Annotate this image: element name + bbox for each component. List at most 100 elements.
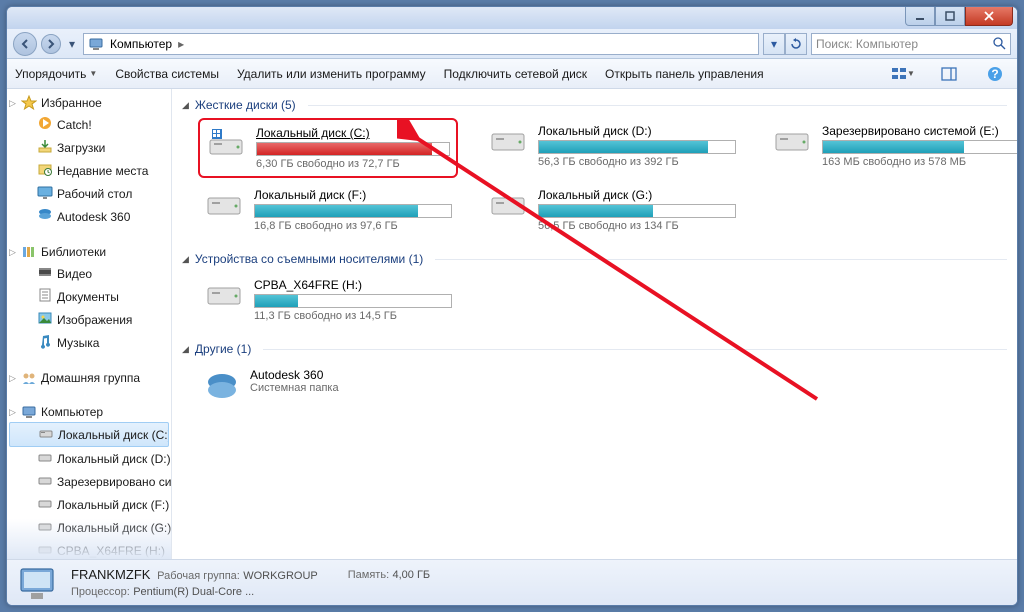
drive-item[interactable]: Локальный диск (F:) 16,8 ГБ свободно из 9… (198, 182, 458, 238)
refresh-button[interactable] (785, 33, 807, 55)
drive-item[interactable]: Локальный диск (D:) 56,3 ГБ свободно из 3… (482, 118, 742, 178)
video-icon (37, 264, 53, 283)
sidebar-item-catch[interactable]: Catch! (7, 113, 171, 136)
drive-item[interactable]: Локальный диск (G:)56,5 ГБ свободно из 1… (482, 182, 742, 238)
history-dropdown[interactable]: ▾ (65, 37, 79, 51)
pictures-icon (37, 310, 53, 329)
open-control-panel-button[interactable]: Открыть панель управления (605, 67, 764, 81)
drive-free-text: 11,3 ГБ свободно из 14,5 ГБ (254, 310, 452, 322)
downloads-icon (37, 138, 53, 157)
search-input[interactable]: Поиск: Компьютер (811, 33, 1011, 55)
sidebar-item-pictures[interactable]: Изображения (7, 308, 171, 331)
sidebar-item-desktop[interactable]: Рабочий стол (7, 182, 171, 205)
breadcrumb-computer[interactable]: Компьютер (110, 37, 172, 51)
sidebar-item-disk-c[interactable]: Локальный диск (C:) (9, 422, 169, 447)
titlebar (7, 7, 1017, 29)
other-item[interactable]: Autodesk 360Системная папка (198, 362, 1007, 410)
sidebar-item-recent[interactable]: Недавние места (7, 159, 171, 182)
details-hostname: FRANKMZFK (71, 567, 150, 582)
address-dropdown[interactable]: ▾ (763, 33, 785, 55)
drive-icon (37, 518, 53, 537)
close-button[interactable] (965, 6, 1013, 26)
computer-icon (88, 36, 104, 52)
search-icon (993, 37, 1006, 50)
drive-free-text: 56,5 ГБ свободно из 134 ГБ (538, 220, 736, 232)
drive-item[interactable]: Локальный диск (C:) 6,30 ГБ свободно из 7… (198, 118, 458, 178)
drive-icon (204, 278, 244, 310)
sidebar-homegroup-header[interactable]: ▷ Домашняя группа (7, 368, 171, 388)
section-hard-disks[interactable]: ◢Жесткие диски (5) (182, 98, 1007, 112)
sidebar-item-disk-g[interactable]: Локальный диск (G:) (7, 516, 171, 539)
sidebar-item-documents[interactable]: Документы (7, 285, 171, 308)
capacity-bar (822, 140, 1017, 154)
drive-icon (488, 188, 528, 220)
documents-icon (37, 287, 53, 306)
other-sub: Системная папка (250, 382, 339, 394)
content-pane: ◢Жесткие диски (5) Локальный диск (C:) 6,… (172, 89, 1017, 559)
command-bar: Упорядочить▼ Свойства системы Удалить ил… (7, 59, 1017, 89)
drive-name: Локальный диск (D:) (538, 124, 736, 138)
drive-icon (37, 472, 53, 491)
navigation-pane: ▷ Избранное Catch! Загрузки Недавние мес… (7, 89, 172, 559)
catch-icon (37, 115, 53, 134)
back-button[interactable] (13, 32, 37, 56)
preview-pane-button[interactable] (935, 63, 963, 85)
uninstall-program-button[interactable]: Удалить или изменить программу (237, 67, 426, 81)
drive-item[interactable]: Зарезервировано системой (E:) 163 МБ своб… (766, 118, 1017, 178)
drive-free-text: 56,3 ГБ свободно из 392 ГБ (538, 156, 736, 168)
map-network-drive-button[interactable]: Подключить сетевой диск (444, 67, 587, 81)
organize-menu[interactable]: Упорядочить▼ (15, 67, 97, 81)
drive-name: Локальный диск (F:) (254, 188, 452, 202)
details-pane: FRANKMZFK Рабочая группа: WORKGROUP Памя… (7, 559, 1017, 605)
star-icon (21, 95, 37, 111)
view-options-button[interactable]: ▼ (889, 63, 917, 85)
sidebar-item-music[interactable]: Музыка (7, 331, 171, 354)
section-other[interactable]: ◢Другие (1) (182, 342, 1007, 356)
system-properties-button[interactable]: Свойства системы (115, 67, 219, 81)
sidebar-favorites-header[interactable]: ▷ Избранное (7, 93, 171, 113)
sidebar-computer-header[interactable]: ▷ Компьютер (7, 402, 171, 422)
forward-button[interactable] (41, 34, 61, 54)
breadcrumb-separator[interactable]: ▸ (178, 37, 184, 51)
drive-free-text: 163 МБ свободно из 578 МБ (822, 156, 1017, 168)
svg-text:?: ? (991, 67, 998, 81)
sidebar-item-videos[interactable]: Видео (7, 262, 171, 285)
autodesk-icon (204, 368, 240, 404)
music-icon (37, 333, 53, 352)
drive-icon (37, 495, 53, 514)
capacity-bar (538, 204, 736, 218)
search-placeholder: Поиск: Компьютер (816, 37, 989, 51)
window-buttons (905, 6, 1013, 26)
section-removable[interactable]: ◢Устройства со съемными носителями (1) (182, 252, 1007, 266)
drive-icon (206, 126, 246, 158)
drive-free-text: 6,30 ГБ свободно из 72,7 ГБ (256, 158, 450, 170)
computer-icon (21, 404, 37, 420)
navigation-bar: ▾ Компьютер ▸ ▾ Поиск: Компьютер (7, 29, 1017, 59)
help-button[interactable]: ? (981, 63, 1009, 85)
drive-name: Зарезервировано системой (E:) (822, 124, 1017, 138)
maximize-button[interactable] (935, 6, 965, 26)
other-name: Autodesk 360 (250, 368, 339, 382)
capacity-bar (254, 204, 452, 218)
address-bar[interactable]: Компьютер ▸ (83, 33, 759, 55)
minimize-button[interactable] (905, 6, 935, 26)
homegroup-icon (21, 370, 37, 386)
sidebar-item-autodesk[interactable]: Autodesk 360 (7, 205, 171, 228)
drive-item[interactable]: CPBA_X64FRE (H:) 11,3 ГБ свободно из 14,5… (198, 272, 458, 328)
sidebar-item-disk-d[interactable]: Локальный диск (D:) (7, 447, 171, 470)
sidebar-libraries-header[interactable]: ▷ Библиотеки (7, 242, 171, 262)
computer-large-icon (17, 565, 57, 601)
drive-free-text: 16,8 ГБ свободно из 97,6 ГБ (254, 220, 452, 232)
sidebar-item-disk-f[interactable]: Локальный диск (F:) (7, 493, 171, 516)
sidebar-item-disk-e[interactable]: Зарезервировано системой (7, 470, 171, 493)
capacity-bar (254, 294, 452, 308)
drive-name: CPBA_X64FRE (H:) (254, 278, 452, 292)
sidebar-item-disk-h[interactable]: CPBA_X64FRE (H:) (7, 539, 171, 559)
capacity-bar (256, 142, 450, 156)
libraries-icon (21, 244, 37, 260)
capacity-bar (538, 140, 736, 154)
autodesk-icon (37, 207, 53, 226)
sidebar-item-downloads[interactable]: Загрузки (7, 136, 171, 159)
drive-icon (204, 188, 244, 220)
drive-name: Локальный диск (C:) (256, 126, 450, 140)
